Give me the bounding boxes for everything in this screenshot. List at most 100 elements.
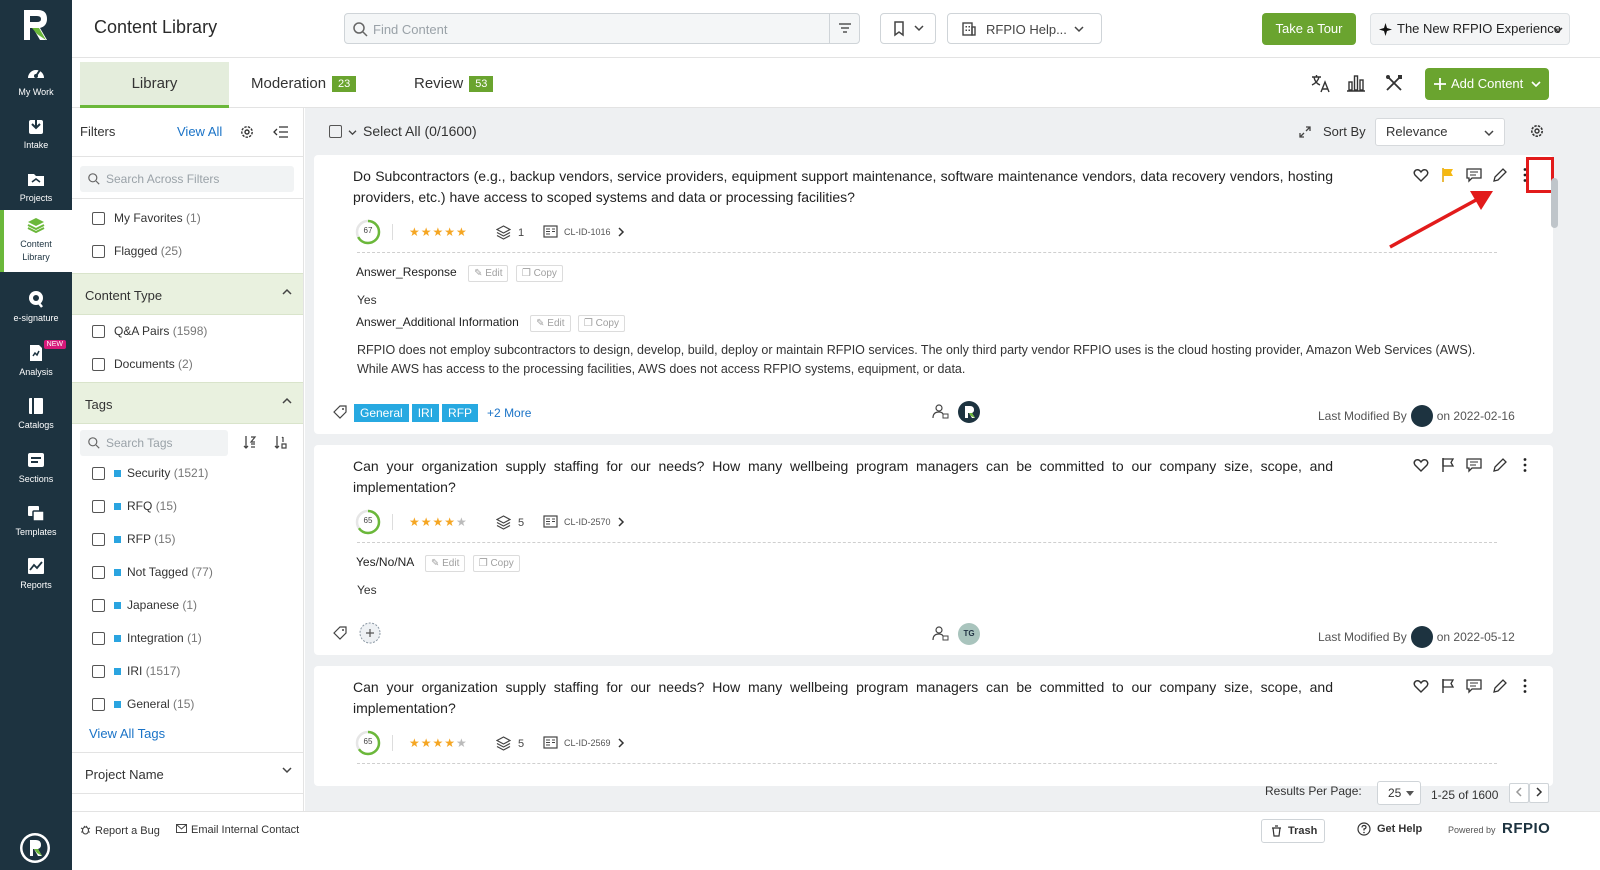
next-page-button[interactable] (1529, 783, 1549, 803)
owner-avatar[interactable] (958, 401, 980, 423)
checkbox[interactable] (92, 358, 105, 371)
scrollbar[interactable] (1551, 178, 1558, 228)
add-tag-icon[interactable] (359, 622, 381, 644)
view-all-tags-link[interactable]: View All Tags (89, 726, 165, 741)
sort-alpha-icon[interactable] (243, 435, 257, 449)
nav-catalogs[interactable]: Catalogs (0, 391, 72, 445)
filter-tag[interactable]: Integration (1) (92, 630, 202, 648)
content-type-section-header[interactable]: Content Type (72, 273, 303, 315)
flag-icon[interactable] (1440, 457, 1456, 473)
tag-chip[interactable]: IRI (411, 404, 440, 422)
checkbox[interactable] (92, 467, 105, 480)
collapse-panel-icon[interactable] (273, 125, 289, 139)
checkbox[interactable] (92, 212, 105, 225)
filter-tag[interactable]: RFQ (15) (92, 498, 177, 516)
content-card[interactable]: Do Subcontractors (e.g., backup vendors,… (314, 155, 1554, 434)
project-name-section-header[interactable]: Project Name (72, 752, 303, 794)
heart-icon[interactable] (1413, 678, 1429, 694)
checkbox[interactable] (92, 599, 105, 612)
edit-field-button[interactable]: ✎ Edit (530, 315, 571, 332)
user-avatar[interactable] (19, 832, 51, 864)
expand-icon[interactable] (1298, 125, 1312, 139)
filter-documents[interactable]: Documents (2) (92, 356, 193, 374)
comment-icon[interactable] (1466, 167, 1482, 183)
nav-intake[interactable]: Intake (0, 111, 72, 165)
content-id[interactable]: CL-ID-1016 (543, 225, 611, 241)
more-options-icon[interactable] (1517, 457, 1533, 473)
take-a-tour-button[interactable]: Take a Tour (1262, 13, 1356, 45)
assign-user-icon[interactable] (932, 403, 949, 420)
nav-e-signature[interactable]: e-signature (0, 284, 72, 338)
filter-my-favorites[interactable]: My Favorites (1) (92, 210, 201, 228)
filter-qa-pairs[interactable]: Q&A Pairs (1598) (92, 323, 207, 341)
edit-field-button[interactable]: ✎ Edit (468, 265, 509, 282)
find-content-search[interactable]: Find Content (344, 13, 860, 44)
tab-library[interactable]: Library (80, 62, 229, 108)
checkbox[interactable] (92, 325, 105, 338)
filter-tag[interactable]: General (15) (92, 696, 194, 714)
filter-tag[interactable]: Japanese (1) (92, 597, 197, 615)
tag-icon[interactable] (333, 405, 348, 420)
flag-icon[interactable] (1440, 167, 1456, 183)
nav-my-work[interactable]: My Work (0, 58, 72, 112)
comment-icon[interactable] (1466, 457, 1482, 473)
filter-button[interactable] (829, 14, 859, 43)
nav-sections[interactable]: Sections (0, 445, 72, 499)
rfpio-logo[interactable] (20, 8, 50, 42)
chevron-down-icon[interactable] (348, 129, 357, 136)
trash-button[interactable]: Trash (1261, 819, 1325, 843)
star-rating[interactable]: ★★★★★ (409, 515, 468, 529)
edit-pencil-icon[interactable] (1492, 678, 1508, 694)
gear-icon[interactable] (239, 124, 255, 140)
checkbox[interactable] (92, 632, 105, 645)
checkbox[interactable] (92, 500, 105, 513)
question-text[interactable]: Do Subcontractors (e.g., backup vendors,… (353, 166, 1333, 208)
chevron-right-icon[interactable] (617, 517, 625, 527)
tag-icon[interactable] (333, 626, 348, 641)
checkbox[interactable] (92, 245, 105, 258)
results-per-page-select[interactable]: 25 (1377, 781, 1421, 805)
filter-tag[interactable]: RFP (15) (92, 531, 175, 549)
nav-analysis[interactable]: NEW Analysis (0, 338, 72, 392)
tab-review[interactable]: Review 53 (414, 62, 494, 108)
nav-content-library[interactable]: Content Library (0, 210, 72, 272)
more-options-icon[interactable] (1517, 678, 1533, 694)
bar-chart-icon[interactable] (1345, 72, 1367, 94)
chevron-right-icon[interactable] (617, 227, 625, 237)
content-card[interactable]: Can your organization supply staffing fo… (314, 666, 1553, 786)
copy-field-button[interactable]: ❐ Copy (577, 315, 625, 332)
tags-section-header[interactable]: Tags (72, 382, 303, 424)
checkbox[interactable] (329, 125, 342, 138)
report-bug-link[interactable]: Report a Bug (80, 824, 160, 837)
filter-tag[interactable]: IRI (1517) (92, 663, 180, 681)
more-tags-link[interactable]: +2 More (487, 406, 531, 420)
edit-pencil-icon[interactable] (1492, 457, 1508, 473)
tab-moderation[interactable]: Moderation 23 (251, 62, 357, 108)
get-help-link[interactable]: Get Help (1357, 822, 1422, 836)
filter-tag[interactable]: Security (1521) (92, 465, 208, 483)
nav-templates[interactable]: Templates (0, 498, 72, 552)
checkbox[interactable] (92, 698, 105, 711)
chevron-right-icon[interactable] (617, 738, 625, 748)
checkbox[interactable] (92, 566, 105, 579)
content-id[interactable]: CL-ID-2570 (543, 515, 611, 531)
nav-reports[interactable]: Reports (0, 551, 72, 605)
new-experience-dropdown[interactable]: The New RFPIO Experience (1370, 13, 1570, 45)
modifier-avatar[interactable] (1410, 405, 1433, 427)
tools-icon[interactable] (1383, 72, 1405, 94)
filter-flagged[interactable]: Flagged (25) (92, 243, 182, 261)
prev-page-button[interactable] (1509, 783, 1529, 803)
comment-icon[interactable] (1466, 678, 1482, 694)
copy-field-button[interactable]: ❐ Copy (472, 555, 520, 572)
question-text[interactable]: Can your organization supply staffing fo… (353, 677, 1333, 719)
add-content-button[interactable]: Add Content (1425, 68, 1549, 100)
star-rating[interactable]: ★★★★★ (409, 736, 468, 750)
bookmark-dropdown[interactable] (880, 13, 936, 44)
search-across-filters-input[interactable]: Search Across Filters (80, 166, 294, 192)
flag-icon[interactable] (1440, 678, 1456, 694)
search-tags-input[interactable]: Search Tags (80, 430, 228, 456)
modifier-avatar[interactable] (1410, 626, 1433, 648)
question-text[interactable]: Can your organization supply staffing fo… (353, 456, 1333, 498)
gear-icon[interactable] (1529, 123, 1545, 139)
translate-icon[interactable] (1309, 72, 1331, 94)
